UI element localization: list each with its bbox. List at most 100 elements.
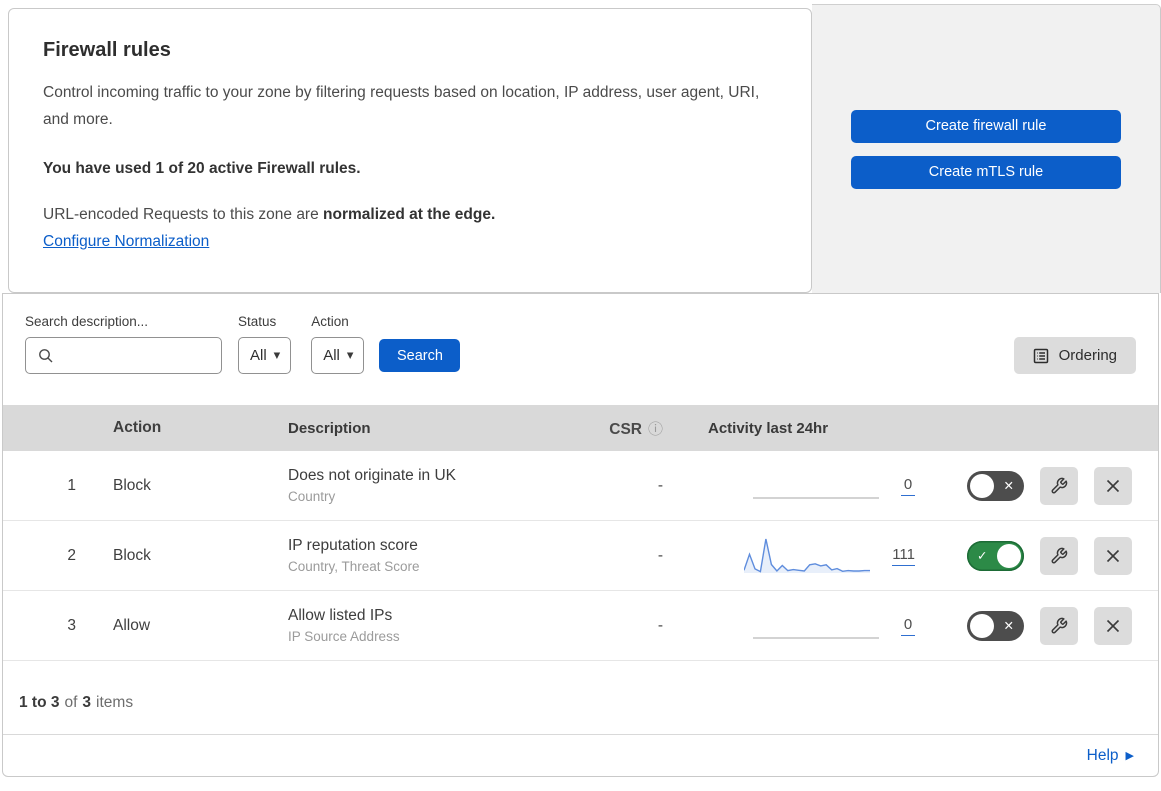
search-description-label: Search description... bbox=[25, 314, 149, 329]
create-firewall-rule-button[interactable]: Create firewall rule bbox=[851, 109, 1121, 143]
usage-summary: You have used 1 of 20 active Firewall ru… bbox=[43, 160, 361, 177]
pagination-total: 3 bbox=[82, 693, 92, 711]
table-row: 1 Block Does not originate in UK Country… bbox=[3, 451, 1158, 521]
x-icon: ✕ bbox=[1003, 617, 1014, 633]
rule-priority: 1 bbox=[67, 476, 76, 494]
toggle-knob bbox=[997, 543, 1021, 568]
rule-description: Does not originate in UK bbox=[288, 467, 457, 484]
caret-right-icon: ▶ bbox=[1125, 749, 1134, 762]
column-header-action: Action bbox=[113, 419, 162, 436]
activity-sparkline bbox=[753, 496, 879, 499]
activity-count-link[interactable]: 111 bbox=[892, 546, 915, 566]
delete-rule-button[interactable] bbox=[1094, 606, 1132, 645]
help-row: Help ▶ bbox=[3, 734, 1158, 776]
activity-count-link[interactable]: 0 bbox=[901, 616, 915, 636]
chevron-down-icon: ▼ bbox=[346, 350, 354, 361]
chevron-down-icon: ▼ bbox=[273, 350, 281, 361]
rule-enabled-toggle[interactable]: ✓ ✕ bbox=[967, 470, 1024, 501]
delete-rule-button[interactable] bbox=[1094, 536, 1132, 575]
rule-csr-value: - bbox=[657, 546, 663, 564]
rule-description: IP reputation score bbox=[288, 537, 418, 554]
column-header-activity: Activity last 24hr bbox=[708, 419, 829, 437]
rule-activity-cell: 0 bbox=[688, 605, 923, 647]
wrench-icon bbox=[1051, 547, 1068, 563]
rules-list-card: Search description... Status All ▼ Actio… bbox=[2, 293, 1159, 777]
info-icon: ⓘ bbox=[647, 419, 663, 438]
pagination-items: items bbox=[96, 693, 134, 711]
search-field-group: Search description... bbox=[25, 314, 222, 374]
rule-priority: 2 bbox=[67, 546, 76, 564]
rule-activity-cell: 111 bbox=[688, 535, 923, 577]
configure-normalization-link[interactable]: Configure Normalization bbox=[43, 233, 209, 250]
rule-enabled-toggle[interactable]: ✓ ✕ bbox=[967, 540, 1024, 571]
help-label: Help bbox=[1086, 746, 1119, 764]
rule-enabled-toggle[interactable]: ✓ ✕ bbox=[967, 610, 1024, 641]
table-header: Action Description CSR ⓘ Activity last 24… bbox=[3, 405, 1158, 451]
rule-description: Allow listed IPs bbox=[288, 607, 393, 624]
normalization-bold-text: normalized at the edge. bbox=[323, 206, 496, 223]
action-label: Action bbox=[311, 314, 349, 329]
search-input[interactable] bbox=[26, 338, 221, 373]
rule-csr-value: - bbox=[657, 616, 663, 634]
rule-controls: ✓ ✕ bbox=[923, 466, 1158, 505]
ordering-button-label: Ordering bbox=[1058, 347, 1117, 364]
status-select[interactable]: All ▼ bbox=[238, 337, 292, 374]
rule-description-cell: Allow listed IPs IP Source Address bbox=[266, 607, 571, 644]
pagination-summary: 1 to 3 of 3 items bbox=[3, 661, 1158, 734]
pagination-range: 1 to 3 bbox=[19, 693, 60, 711]
close-icon bbox=[1106, 619, 1120, 632]
rule-action: Block bbox=[113, 476, 151, 494]
rule-expression-fields: Country bbox=[288, 489, 336, 504]
table-row: 3 Allow Allow listed IPs IP Source Addre… bbox=[3, 591, 1158, 661]
edit-rule-button[interactable] bbox=[1040, 536, 1078, 575]
delete-rule-button[interactable] bbox=[1094, 466, 1132, 505]
intro-card: Firewall rules Control incoming traffic … bbox=[8, 8, 812, 293]
action-select-value: All bbox=[323, 347, 340, 364]
column-header-csr: CSR ⓘ bbox=[609, 419, 663, 438]
rule-description-cell: IP reputation score Country, Threat Scor… bbox=[266, 537, 571, 574]
page-title: Firewall rules bbox=[43, 39, 171, 61]
filter-bar: Search description... Status All ▼ Actio… bbox=[3, 294, 1158, 405]
table-row: 2 Block IP reputation score Country, Thr… bbox=[3, 521, 1158, 591]
create-mtls-rule-button[interactable]: Create mTLS rule bbox=[851, 155, 1121, 189]
close-icon bbox=[1106, 479, 1120, 492]
rule-csr-value: - bbox=[657, 476, 663, 494]
normalization-note: URL-encoded Requests to this zone are no… bbox=[43, 206, 769, 224]
ordering-list-icon bbox=[1033, 348, 1048, 363]
ordering-button[interactable]: Ordering bbox=[1013, 337, 1136, 374]
check-icon: ✓ bbox=[977, 547, 988, 563]
help-link[interactable]: Help ▶ bbox=[1087, 747, 1134, 765]
action-field-group: Action All ▼ bbox=[311, 314, 365, 374]
status-select-value: All bbox=[250, 347, 267, 364]
activity-sparkline bbox=[753, 636, 879, 639]
wrench-icon bbox=[1051, 617, 1068, 633]
rule-action: Block bbox=[113, 546, 151, 564]
pagination-of: of bbox=[64, 693, 78, 711]
rule-controls: ✓ ✕ bbox=[923, 536, 1158, 575]
cta-panel: Create firewall rule Create mTLS rule bbox=[812, 4, 1161, 293]
toggle-knob bbox=[970, 613, 994, 638]
close-icon bbox=[1106, 549, 1120, 562]
rule-description-cell: Does not originate in UK Country bbox=[266, 467, 571, 504]
page-header-section: Firewall rules Control incoming traffic … bbox=[0, 0, 1161, 293]
search-icon bbox=[39, 349, 53, 363]
status-label: Status bbox=[238, 314, 277, 329]
rule-controls: ✓ ✕ bbox=[923, 606, 1158, 645]
normalization-text: URL-encoded Requests to this zone are bbox=[43, 206, 324, 223]
rule-activity-cell: 0 bbox=[688, 465, 923, 507]
search-input-wrap bbox=[25, 337, 222, 374]
edit-rule-button[interactable] bbox=[1040, 466, 1078, 505]
status-field-group: Status All ▼ bbox=[238, 314, 292, 374]
rule-expression-fields: IP Source Address bbox=[288, 629, 400, 644]
rule-priority: 3 bbox=[67, 616, 76, 634]
activity-count-link[interactable]: 0 bbox=[901, 476, 915, 496]
wrench-icon bbox=[1051, 477, 1068, 493]
column-header-description: Description bbox=[288, 419, 371, 437]
rule-action: Allow bbox=[113, 616, 151, 634]
action-select[interactable]: All ▼ bbox=[311, 337, 365, 374]
rule-expression-fields: Country, Threat Score bbox=[288, 559, 420, 574]
toggle-knob bbox=[970, 473, 994, 498]
search-button[interactable]: Search bbox=[379, 339, 461, 372]
edit-rule-button[interactable] bbox=[1040, 606, 1078, 645]
activity-sparkline bbox=[744, 538, 871, 573]
